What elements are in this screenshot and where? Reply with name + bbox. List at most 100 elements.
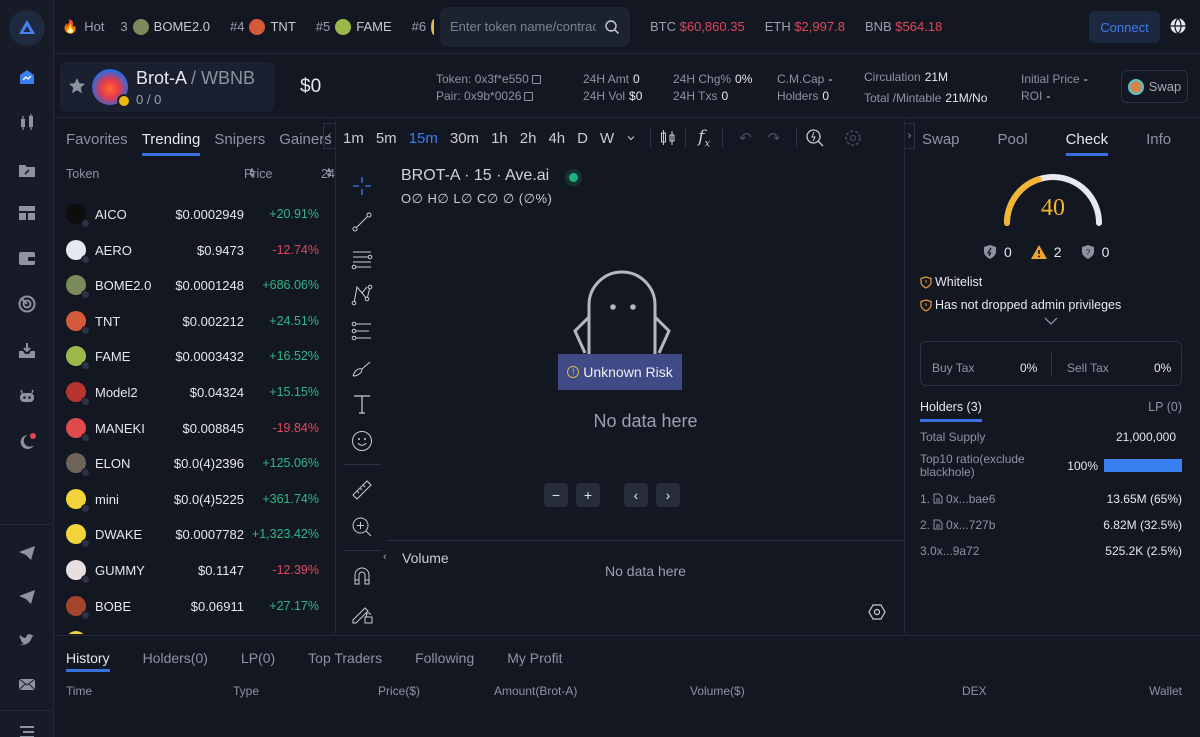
tab-lp[interactable]: LP (0)	[1148, 400, 1182, 414]
token-row[interactable]: mini $0.0(4)5225 +361.74%	[54, 484, 335, 520]
timeframe-dropdown-icon[interactable]	[626, 133, 636, 143]
tab-trending[interactable]: Trending	[141, 131, 201, 156]
token-row[interactable]: MANEKI $0.008845 -19.84%	[54, 413, 335, 449]
holder-address[interactable]: 0x...bae6	[946, 492, 995, 506]
scroll-right-button[interactable]: ›	[656, 483, 680, 507]
token-row[interactable]: ELON $0.0(4)2396 +125.06%	[54, 448, 335, 484]
token-row[interactable]: AICO $0.0002949 +20.91%	[54, 199, 335, 235]
tab-my-profit[interactable]: My Profit	[507, 650, 562, 672]
language-globe-icon[interactable]	[1169, 17, 1187, 35]
pattern-tool-icon[interactable]	[350, 283, 374, 307]
telegram-icon[interactable]	[15, 541, 39, 565]
holder-row[interactable]: 1. 0x...bae6 13.65M (65%)	[920, 492, 1182, 506]
crosshair-icon[interactable]	[350, 174, 374, 198]
copy-icon[interactable]	[524, 92, 534, 102]
tab-lp-bottom[interactable]: LP(0)	[241, 650, 275, 672]
ticker-item[interactable]: 3 BOME2.0	[120, 18, 210, 35]
scroll-left-button[interactable]: ‹	[624, 483, 648, 507]
ticker-item[interactable]: #6	[412, 18, 434, 35]
token-row[interactable]: Model2 $0.04324 +15.15%	[54, 377, 335, 413]
expand-chevron-icon[interactable]	[1043, 316, 1059, 326]
mail-icon[interactable]	[15, 672, 39, 696]
brush-icon[interactable]	[350, 356, 374, 380]
holder-address[interactable]: 0x...9a72	[930, 544, 979, 558]
chart-settings-gear-icon[interactable]	[843, 128, 863, 148]
tab-info[interactable]: Info	[1146, 131, 1171, 156]
token-price: $0.04324	[189, 384, 244, 400]
token-row[interactable]: FAME $0.0003432 +16.52%	[54, 341, 335, 377]
token-row[interactable]: TNT $0.002212 +24.51%	[54, 306, 335, 342]
twitter-icon[interactable]	[15, 628, 39, 652]
timeframe-4h[interactable]: 4h	[542, 130, 571, 147]
holder-row[interactable]: 3.0x...9a72 525.2K (2.5%)	[920, 544, 1182, 558]
rail-market-icon[interactable]	[15, 65, 39, 89]
tab-history[interactable]: History	[66, 650, 110, 672]
zoom-in-icon[interactable]	[350, 515, 374, 539]
zoom-in-button[interactable]: +	[576, 483, 600, 507]
tab-check[interactable]: Check	[1065, 131, 1109, 156]
collapse-right-button[interactable]: ›	[905, 123, 915, 149]
ticker-item[interactable]: #5 FAME	[316, 18, 392, 35]
ruler-icon[interactable]	[350, 478, 374, 502]
swap-button[interactable]: Swap	[1121, 70, 1188, 103]
zoom-out-button[interactable]: −	[544, 483, 568, 507]
quick-search-icon[interactable]	[805, 128, 825, 148]
rail-kline-icon[interactable]	[15, 110, 39, 134]
timeframe-5m[interactable]: 5m	[370, 130, 403, 147]
horizontal-lines-icon[interactable]	[350, 247, 374, 271]
timeframe-2h[interactable]: 2h	[514, 130, 543, 147]
rail-bot-icon[interactable]	[15, 384, 39, 408]
text-tool-icon[interactable]	[350, 392, 374, 416]
timeframe-15m[interactable]: 15m	[403, 130, 444, 147]
token-row[interactable]: BOME2.0 $0.0001248 +686.06%	[54, 270, 335, 306]
rail-layout-icon[interactable]	[15, 201, 39, 225]
tab-pool[interactable]: Pool	[998, 131, 1028, 156]
tab-top-traders[interactable]: Top Traders	[308, 650, 382, 672]
emoji-icon[interactable]	[350, 429, 374, 453]
tab-holders-bottom[interactable]: Holders(0)	[143, 650, 208, 672]
magnet-icon[interactable]	[350, 564, 374, 588]
holder-address[interactable]: 0x...727b	[946, 518, 995, 532]
tab-favorites[interactable]: Favorites	[66, 131, 128, 156]
collapse-tools-icon[interactable]: ‹	[383, 551, 387, 563]
redo-icon[interactable]: ↷	[768, 129, 781, 147]
copy-icon[interactable]	[531, 75, 541, 85]
token-row[interactable]: BOBE $0.06911 +27.17%	[54, 591, 335, 627]
undo-icon[interactable]: ↶	[739, 129, 752, 147]
indicators-fx-icon[interactable]: fx	[698, 127, 710, 149]
holder-row[interactable]: 2. 0x...727b 6.82M (32.5%)	[920, 518, 1182, 532]
collapse-list-button[interactable]: ‹	[323, 123, 335, 149]
timeframe-1m[interactable]: 1m	[337, 130, 370, 147]
volume-settings-icon[interactable]	[868, 603, 886, 621]
rail-theme-moon-icon[interactable]	[15, 430, 39, 454]
ticker-item[interactable]: #4 TNT	[230, 18, 296, 35]
search-icon[interactable]	[604, 19, 620, 35]
timeframe-30m[interactable]: 30m	[444, 130, 485, 147]
tab-swap[interactable]: Swap	[922, 131, 960, 156]
telegram-channel-icon[interactable]	[15, 585, 39, 609]
tab-following[interactable]: Following	[415, 650, 474, 672]
candle-type-icon[interactable]	[659, 128, 677, 148]
timeframe-1h[interactable]: 1h	[485, 130, 514, 147]
tab-holders[interactable]: Holders (3)	[920, 400, 982, 422]
rail-download-icon[interactable]	[15, 339, 39, 363]
app-logo[interactable]	[9, 10, 45, 46]
favorite-star-icon[interactable]	[68, 77, 86, 95]
token-row[interactable]: AERO $0.9473 -12.74%	[54, 235, 335, 271]
rail-radar-icon[interactable]	[15, 292, 39, 316]
menu-list-icon[interactable]	[15, 720, 39, 737]
price-chart[interactable]: BROT-A · 15 · Ave.ai O∅ H∅ L∅ C∅ ∅ (∅%) …	[387, 157, 904, 539]
rail-wallet-icon[interactable]	[15, 246, 39, 270]
trend-line-icon[interactable]	[350, 210, 374, 234]
token-row[interactable]: GUMMY $0.1147 -12.39%	[54, 555, 335, 591]
timeframe-D[interactable]: D	[571, 130, 594, 147]
token-row[interactable]: DWAKE $0.0007782 +1,323.42%	[54, 519, 335, 555]
rail-folder-edit-icon[interactable]	[15, 158, 39, 182]
fib-retracement-icon[interactable]	[350, 319, 374, 343]
timeframe-W[interactable]: W	[594, 130, 620, 147]
tab-snipers[interactable]: Snipers	[214, 131, 265, 156]
lock-drawings-icon[interactable]	[350, 601, 374, 625]
token-row-partial[interactable]	[54, 626, 335, 634]
connect-wallet-button[interactable]: Connect	[1089, 11, 1160, 43]
token-search-input[interactable]	[450, 19, 596, 34]
